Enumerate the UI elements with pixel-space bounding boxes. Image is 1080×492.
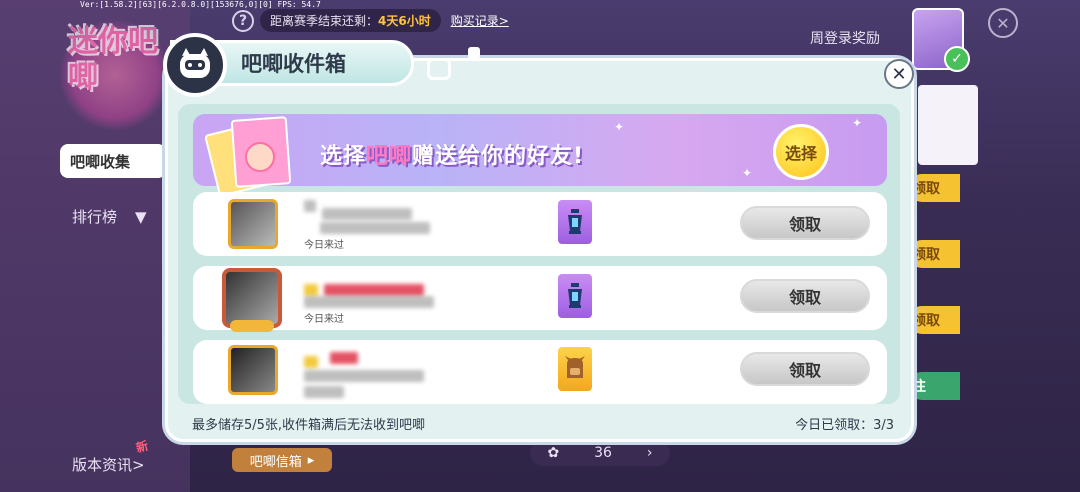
gift-item [556,198,594,246]
character-image [245,142,275,172]
friend-id-blurred [304,370,424,382]
last-visit-text: 今日来过 [304,314,344,325]
banner-text-c: 赠送给你的好友! [412,144,585,169]
last-visit-text: 今日来过 [304,240,344,251]
sidebar-ranking-label: 排行榜 [72,208,118,226]
gift-item [556,272,594,320]
right-claim-button[interactable]: 领取 [908,240,960,268]
arrow-icon: ▸ [307,452,315,468]
daily-claimed-count: 今日已领取：3/3 [795,418,894,433]
claim-button[interactable]: 领取 [740,206,870,240]
friend-name-blurred [304,284,318,296]
friend-name-blurred [304,356,318,368]
sparkle-icon: ✦ [852,116,863,130]
right-claim-button[interactable]: 领取 [908,174,960,202]
help-icon[interactable]: ? [232,9,254,32]
chevron-right-icon: › [646,445,653,461]
letter-box-button[interactable]: 吧唧信箱 ▸ [232,448,332,472]
sparkle-icon: ✦ [742,166,753,180]
debug-info: Ver:[1.58.2][63][6.2.0.8.0][153676,0][0]… [80,0,321,9]
friend-id-blurred [304,296,434,308]
avatar-frame-decoration [230,320,274,332]
backpack-icon [565,356,585,378]
dropdown-icon: ▼ [135,207,147,226]
season-bar: ? 距离赛季结束还剩：4天6小时 购买记录> [232,9,509,32]
season-remaining: 4天6小时 [378,14,431,28]
sidebar-item-ranking[interactable]: 排行榜 ▼ [72,206,147,227]
friend-id-blurred [320,222,430,234]
lantern-icon [568,283,582,308]
game-logo-text: 迷你吧唧 [68,24,158,95]
friend-avatar[interactable] [222,268,282,332]
season-prefix: 距离赛季结束还剩： [270,14,379,28]
select-button[interactable]: 选择 [773,124,829,180]
count-value: 36 [594,445,612,461]
friend-id-blurred [304,386,344,398]
right-go-button[interactable]: 往 [908,372,960,400]
sidebar-item-collection[interactable]: 吧唧收集 [60,144,166,178]
friend-name-blurred [324,284,424,296]
season-timer: 距离赛季结束还剩：4天6小时 [260,9,441,32]
flower-icon: ✿ [547,445,560,461]
storage-info: 最多储存5/5张,收件箱满后无法收到吧唧 [192,418,426,433]
lantern-icon [568,209,582,234]
buy-record-link[interactable]: 购买记录> [451,12,509,29]
right-panel [918,85,978,165]
decoration [468,47,480,59]
banner-text-a: 选择 [320,144,367,169]
friend-name-blurred [330,352,358,364]
decoration [427,58,451,80]
banner-cards-image [204,108,295,198]
check-icon: ✓ [944,46,970,72]
friend-avatar[interactable] [228,345,278,395]
friend-id-blurred [322,208,412,220]
sparkle-icon: ✦ [614,120,625,134]
banner-text-b: 吧唧 [366,144,413,169]
mascot-icon [163,33,227,97]
gift-item [556,345,594,393]
letter-box-label: 吧唧信箱 [249,454,302,470]
sidebar-item-version[interactable]: 版本资讯> [72,454,145,475]
claim-button[interactable]: 领取 [740,352,870,386]
claim-button[interactable]: 领取 [740,279,870,313]
count-pill: ✿ 36 › [530,440,670,466]
friend-name-blurred [304,200,316,212]
right-claim-button[interactable]: 领取 [908,306,960,334]
weekly-login-label[interactable]: 周登录奖励 [810,28,880,48]
friend-avatar[interactable] [228,199,278,249]
close-icon[interactable]: ✕ [988,8,1018,38]
banner-text: 选择吧唧赠送给你的好友! [320,138,584,170]
dialog-close-icon[interactable]: ✕ [884,59,914,89]
